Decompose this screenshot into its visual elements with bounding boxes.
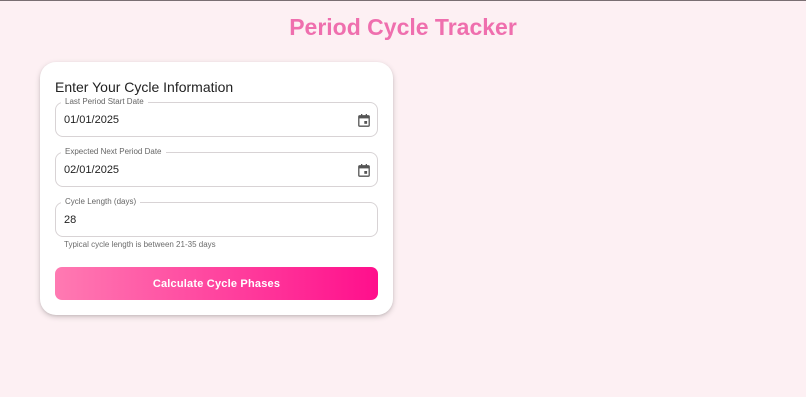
cycle-length-field[interactable]: Cycle Length (days) 28 (55, 196, 378, 237)
last-period-date-label: Last Period Start Date (61, 96, 148, 108)
page-title: Period Cycle Tracker (289, 14, 517, 40)
top-border (0, 0, 806, 1)
cycle-length-helper-text: Typical cycle length is between 21-35 da… (64, 240, 216, 249)
cycle-length-value: 28 (64, 214, 77, 226)
next-period-date-value: 02/01/2025 (64, 164, 120, 176)
calendar-icon[interactable] (358, 114, 370, 127)
calculate-cycle-phases-button[interactable]: Calculate Cycle Phases (55, 267, 378, 300)
next-period-date-field[interactable]: Expected Next Period Date 02/01/2025 (55, 146, 378, 187)
last-period-date-value: 01/01/2025 (64, 114, 120, 126)
last-period-date-field[interactable]: Last Period Start Date 01/01/2025 (55, 96, 378, 137)
cycle-form-card: Enter Your Cycle Information Last Period… (40, 62, 393, 315)
cycle-length-label: Cycle Length (days) (61, 196, 141, 208)
calendar-icon[interactable] (358, 164, 370, 177)
next-period-date-label: Expected Next Period Date (61, 146, 166, 158)
form-heading: Enter Your Cycle Information (55, 79, 234, 95)
